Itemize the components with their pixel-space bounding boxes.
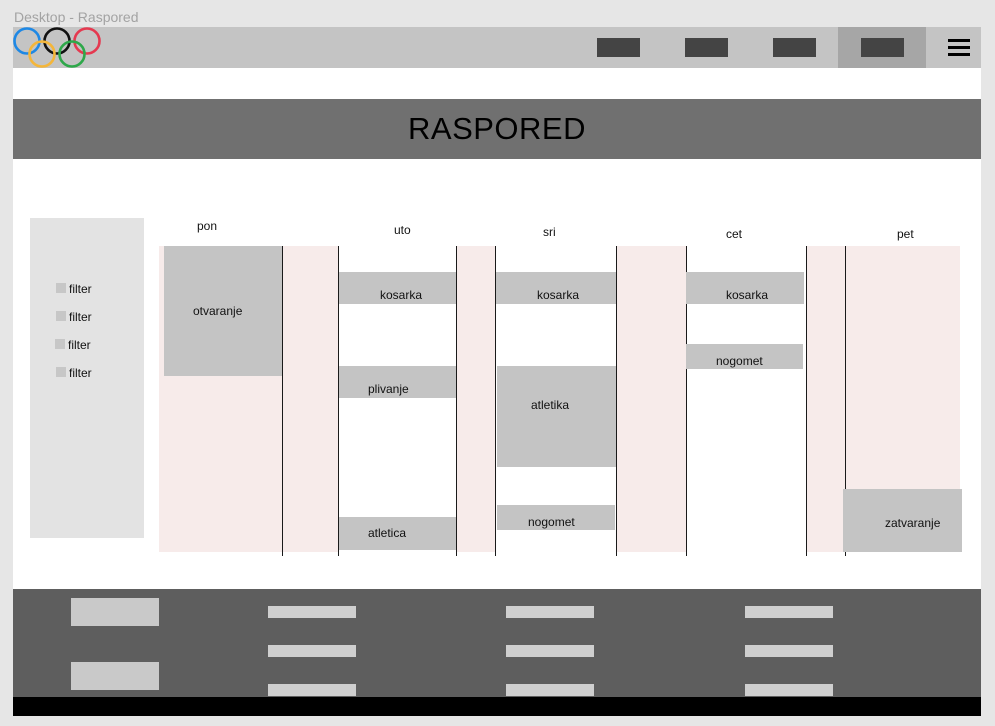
footer-block-2[interactable] — [71, 662, 159, 690]
event-label: nogomet — [716, 354, 763, 368]
day-header-uto: uto — [394, 223, 411, 237]
event-label: kosarka — [726, 288, 769, 302]
nav-item-4-active[interactable] — [838, 27, 926, 68]
event-label: nogomet — [528, 515, 575, 529]
event-label: kosarka — [537, 288, 580, 302]
nav-item-3[interactable] — [773, 38, 816, 57]
event-kosarka-cet[interactable]: kosarka — [686, 272, 804, 304]
page: RASPORED filter filter filter filter pon — [13, 27, 981, 716]
footer-link[interactable] — [745, 645, 833, 657]
footer-link[interactable] — [506, 684, 594, 696]
column-divider — [806, 246, 807, 556]
footer-link[interactable] — [268, 606, 356, 618]
hamburger-menu-icon[interactable] — [948, 39, 970, 57]
title-banner: RASPORED — [13, 99, 981, 159]
event-label: kosarka — [380, 288, 423, 302]
event-zatvaranje[interactable]: zatvaranje — [843, 489, 962, 552]
event-atletica[interactable]: atletica — [339, 517, 456, 550]
event-kosarka-uto[interactable]: kosarka — [339, 272, 456, 304]
filter-checkbox[interactable] — [55, 339, 65, 349]
event-label: otvaranje — [193, 304, 243, 318]
footer-block-1[interactable] — [71, 598, 159, 626]
filter-label: filter — [69, 282, 92, 296]
event-label: atletika — [531, 398, 570, 412]
frame-title: Desktop - Raspored — [14, 9, 139, 25]
footer — [13, 589, 981, 697]
nav-item-2[interactable] — [685, 38, 728, 57]
day-header-pet: pet — [897, 227, 914, 241]
footer-link[interactable] — [268, 645, 356, 657]
column-divider — [616, 246, 617, 556]
event-atletika[interactable]: atletika — [497, 366, 616, 467]
event-label: atletica — [368, 526, 407, 540]
bottom-bar — [13, 697, 981, 716]
footer-link[interactable] — [745, 606, 833, 618]
footer-link[interactable] — [506, 606, 594, 618]
olympic-rings-icon[interactable] — [13, 27, 105, 71]
event-nogomet-cet[interactable]: nogomet — [686, 344, 803, 369]
column-divider — [456, 246, 457, 556]
filter-checkbox[interactable] — [56, 311, 66, 321]
event-kosarka-sri[interactable]: kosarka — [496, 272, 616, 304]
filter-checkbox[interactable] — [56, 367, 66, 377]
event-label: plivanje — [368, 382, 409, 396]
column-divider — [282, 246, 283, 556]
filter-sidebar: filter filter filter filter — [30, 218, 144, 538]
nav-item-4-label — [861, 38, 904, 57]
page-title: RASPORED — [408, 111, 586, 146]
event-label: zatvaranje — [885, 516, 941, 530]
filter-checkbox[interactable] — [56, 283, 66, 293]
day-header-pon: pon — [197, 219, 218, 233]
footer-link[interactable] — [745, 684, 833, 696]
day-header-cet: cet — [726, 227, 743, 241]
event-otvaranje[interactable]: otvaranje — [164, 246, 282, 376]
day-header-sri: sri — [543, 225, 556, 239]
event-plivanje[interactable]: plivanje — [339, 366, 456, 398]
footer-link[interactable] — [268, 684, 356, 696]
event-nogomet-sri[interactable]: nogomet — [497, 505, 615, 530]
footer-link[interactable] — [506, 645, 594, 657]
filter-label: filter — [69, 310, 92, 324]
filter-label: filter — [68, 338, 91, 352]
navbar — [13, 27, 981, 68]
filter-label: filter — [69, 366, 92, 380]
nav-item-1[interactable] — [597, 38, 640, 57]
